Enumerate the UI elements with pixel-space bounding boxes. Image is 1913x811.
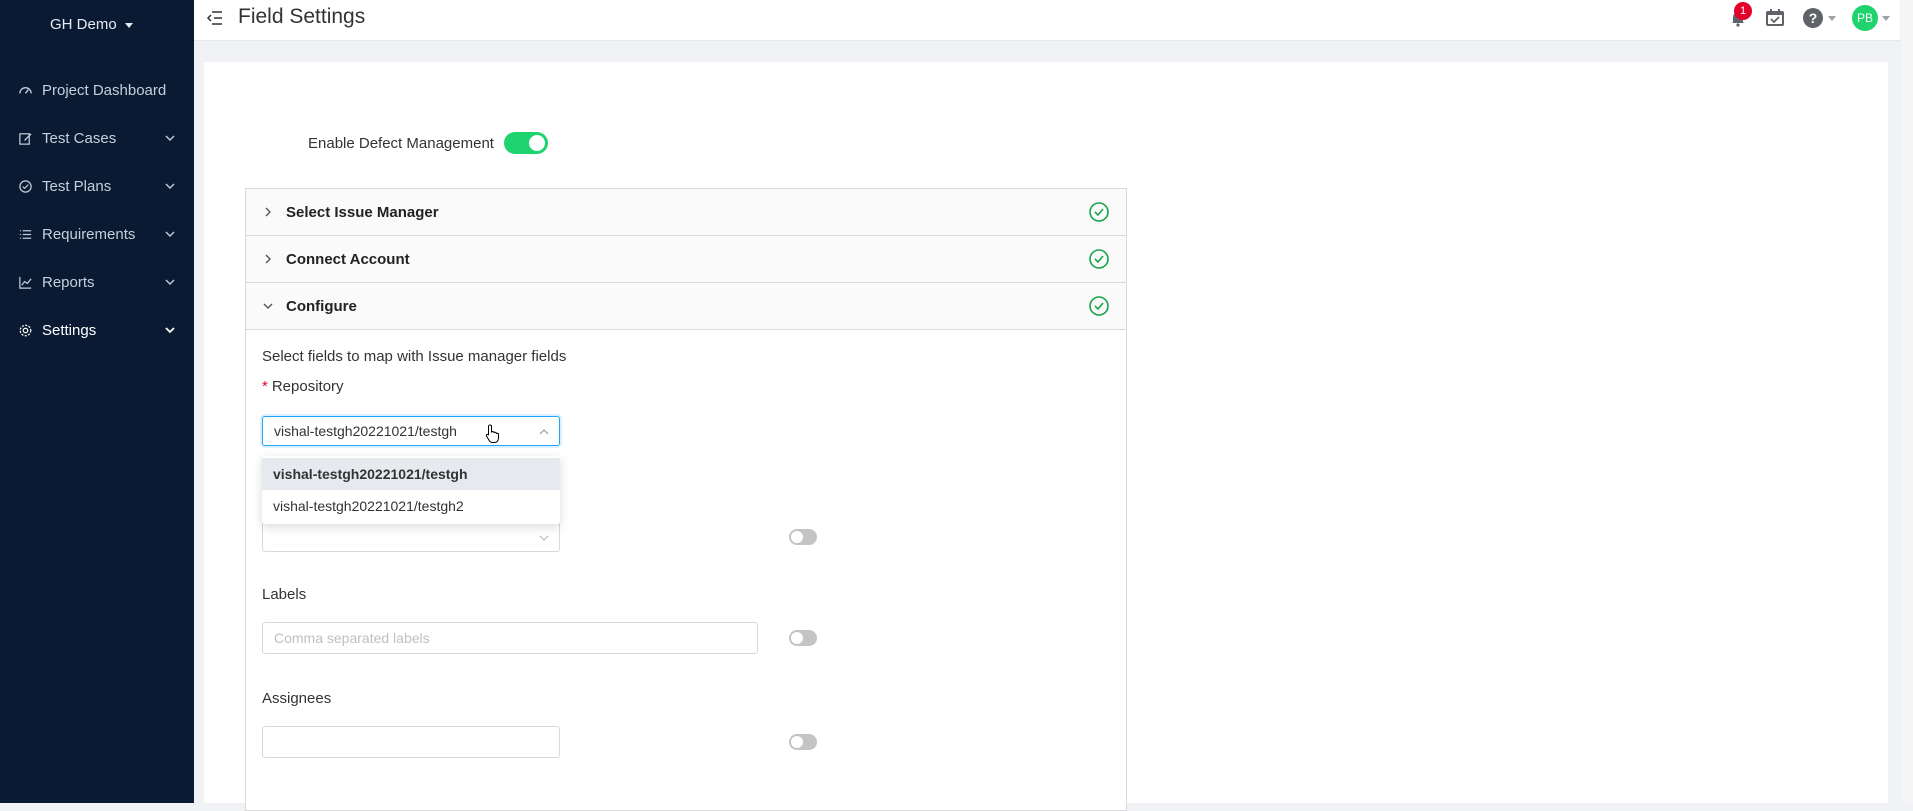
- sidebar-nav: Project Dashboard Test Cases Test Plans …: [0, 66, 194, 354]
- dashboard-icon: [18, 82, 34, 98]
- repository-dropdown: vishal-testgh20221021/testgh vishal-test…: [262, 456, 560, 524]
- edit-icon: [18, 130, 34, 146]
- chevron-down-icon: [263, 303, 273, 309]
- sidebar-item-label: Settings: [42, 321, 97, 339]
- repository-value: vishal-testgh20221021/testgh: [274, 423, 457, 439]
- repository-option[interactable]: vishal-testgh20221021/testgh: [262, 458, 560, 490]
- enable-defect-toggle[interactable]: [503, 132, 548, 154]
- assignees-label: Assignees: [262, 690, 332, 707]
- config-collapse: Select Issue Manager Connect Account Con…: [245, 188, 1127, 811]
- menu-fold-icon[interactable]: [206, 9, 224, 27]
- list-icon: [18, 226, 34, 242]
- configure-body: Select fields to map with Issue manager …: [246, 330, 1126, 810]
- sidebar-item-label: Test Cases: [42, 129, 117, 147]
- check-circle-icon: [1089, 249, 1109, 269]
- sidebar-item-test-cases[interactable]: Test Cases: [0, 114, 194, 162]
- sidebar-item-label: Requirements: [42, 225, 136, 243]
- sidebar-item-reports[interactable]: Reports: [0, 258, 194, 306]
- repository-select[interactable]: vishal-testgh20221021/testgh: [262, 416, 560, 446]
- enable-defect-label: Enable Defect Management: [308, 134, 494, 152]
- caret-down-icon: [1828, 15, 1836, 21]
- sidebar-item-label: Project Dashboard: [42, 81, 167, 99]
- secondary-field-toggle[interactable]: [789, 529, 817, 545]
- configure-hint: Select fields to map with Issue manager …: [262, 348, 567, 365]
- workspace-selector[interactable]: GH Demo: [50, 16, 133, 33]
- required-marker: *: [262, 378, 268, 395]
- line-chart-icon: [18, 274, 34, 290]
- workspace-name: GH Demo: [50, 16, 117, 33]
- check-circle-icon: [1089, 296, 1109, 316]
- chevron-down-icon: [165, 279, 175, 285]
- chevron-right-icon: [265, 254, 271, 264]
- sidebar-item-project-dashboard[interactable]: Project Dashboard: [0, 66, 194, 114]
- assignees-input[interactable]: [262, 726, 560, 758]
- notifications-button[interactable]: 1: [1728, 2, 1752, 28]
- help-icon: ?: [1803, 8, 1823, 28]
- chevron-down-icon: [165, 327, 175, 334]
- top-bar: Field Settings 1 ? PB: [194, 0, 1900, 41]
- sidebar-item-requirements[interactable]: Requirements: [0, 210, 194, 258]
- panel-title: Select Issue Manager: [286, 203, 439, 221]
- labels-label: Labels: [262, 586, 307, 603]
- hand-cursor-icon: [485, 424, 499, 443]
- calendar-check-icon: [1766, 9, 1784, 26]
- gear-icon: [18, 322, 34, 338]
- enable-defect-row: Enable Defect Management: [308, 132, 548, 154]
- labels-toggle[interactable]: [789, 630, 817, 646]
- chevron-down-icon: [165, 135, 175, 141]
- sidebar-item-label: Test Plans: [42, 177, 112, 195]
- panel-connect-account[interactable]: Connect Account: [246, 236, 1126, 283]
- sidebar-item-settings[interactable]: Settings: [0, 306, 194, 354]
- calendar-button[interactable]: [1764, 8, 1786, 28]
- top-icons: 1 ? PB: [1728, 2, 1890, 31]
- chevron-up-icon: [539, 429, 549, 435]
- caret-down-icon: [124, 23, 133, 28]
- check-circle-icon: [18, 178, 34, 194]
- chevron-down-icon: [165, 183, 175, 189]
- labels-input[interactable]: [262, 622, 758, 654]
- sidebar: GH Demo Project Dashboard Test Cases Tes…: [0, 0, 194, 803]
- notification-badge: 1: [1734, 2, 1752, 20]
- repository-label: * Repository: [262, 378, 344, 395]
- panel-configure[interactable]: Configure: [246, 283, 1126, 330]
- main-card: Enable Defect Management Select Issue Ma…: [204, 62, 1888, 811]
- secondary-select[interactable]: [262, 522, 560, 552]
- check-circle-icon: [1089, 202, 1109, 222]
- user-menu[interactable]: PB: [1852, 5, 1890, 31]
- page-title: Field Settings: [238, 5, 366, 28]
- chevron-right-icon: [265, 207, 271, 217]
- sidebar-item-label: Reports: [42, 273, 95, 291]
- repository-option[interactable]: vishal-testgh20221021/testgh2: [262, 490, 560, 522]
- help-menu[interactable]: ?: [1802, 7, 1836, 29]
- sidebar-item-test-plans[interactable]: Test Plans: [0, 162, 194, 210]
- repository-label-text: Repository: [271, 378, 344, 395]
- page-scrollbar[interactable]: [1901, 0, 1913, 803]
- assignees-toggle[interactable]: [789, 734, 817, 750]
- caret-down-icon: [1882, 15, 1890, 21]
- panel-select-issue-manager[interactable]: Select Issue Manager: [246, 189, 1126, 236]
- panel-title: Connect Account: [286, 250, 410, 268]
- chevron-down-icon: [165, 231, 175, 237]
- chevron-down-icon: [539, 535, 549, 541]
- avatar: PB: [1852, 5, 1878, 31]
- panel-title: Configure: [286, 297, 357, 315]
- svg-text:?: ?: [1809, 10, 1818, 26]
